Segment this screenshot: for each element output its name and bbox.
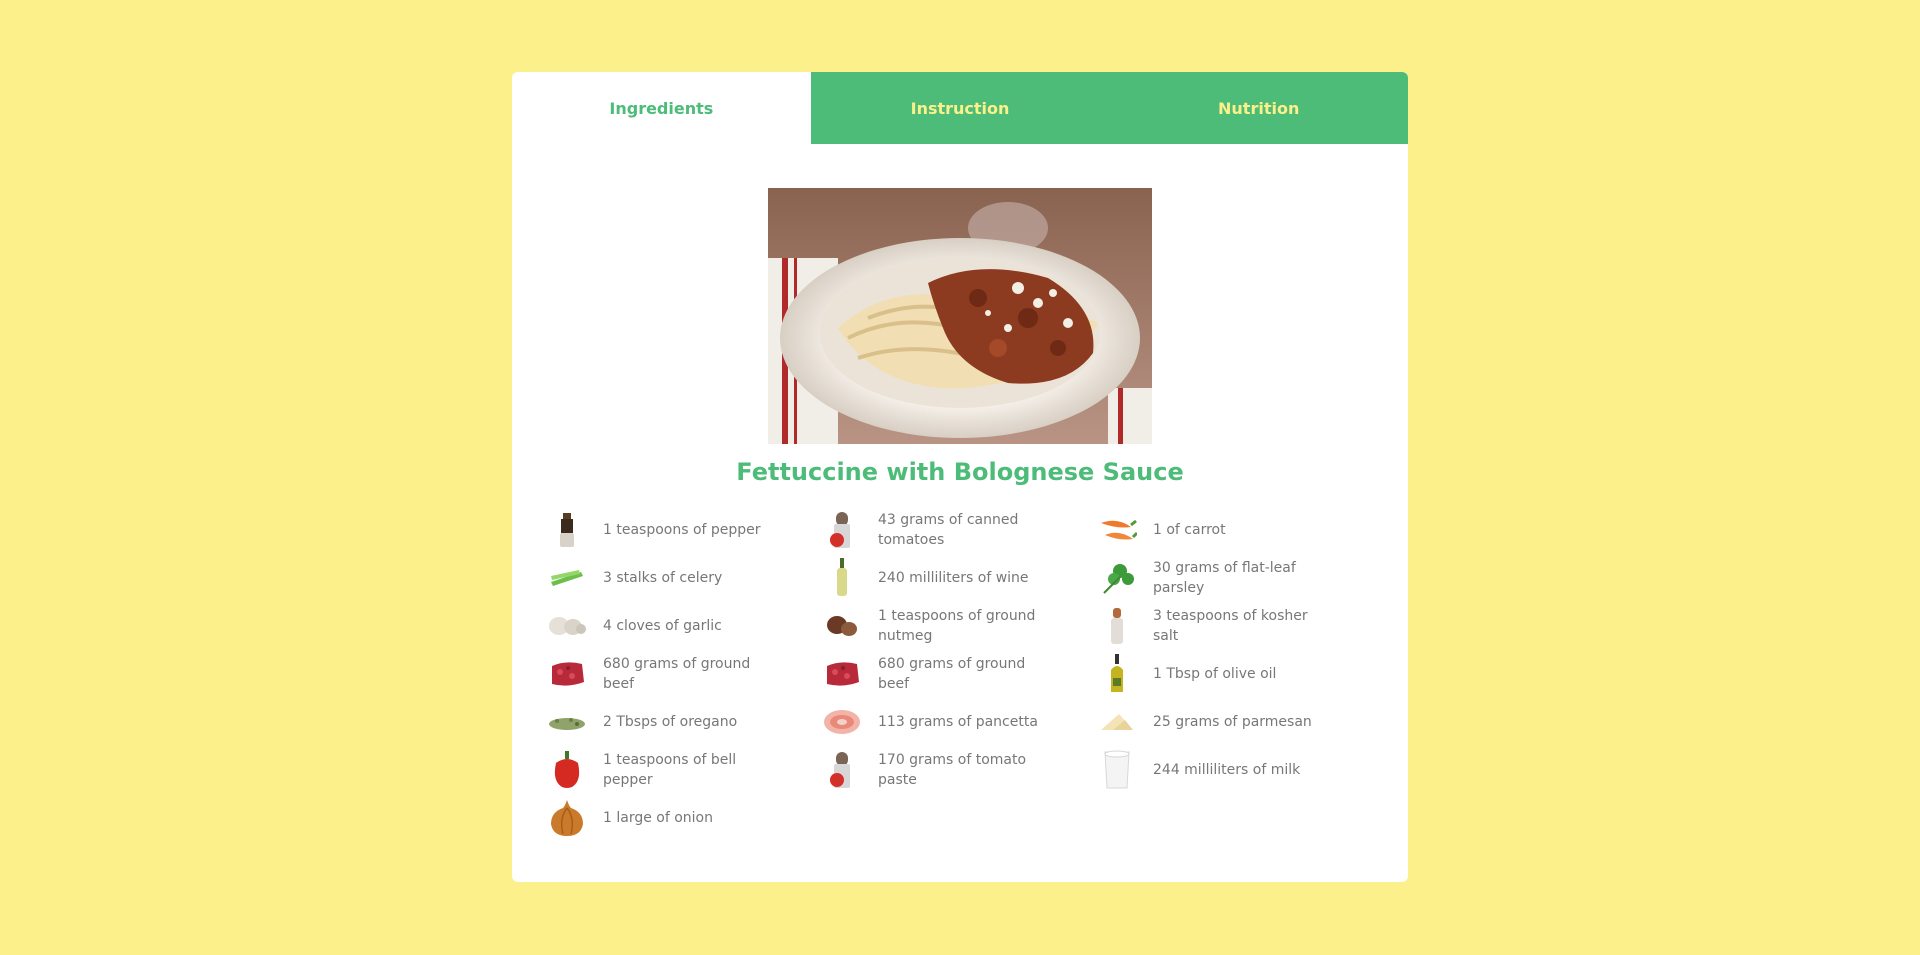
ingredient-item: 170 grams of tomato paste <box>822 746 1097 794</box>
milk-glass-icon <box>1097 750 1137 790</box>
ingredient-label: 43 grams of canned tomatoes <box>878 512 1019 548</box>
ingredient-item: 680 grams of ground beef <box>547 650 822 698</box>
ingredient-item: 1 Tbsp of olive oil <box>1097 650 1372 698</box>
ingredient-label: 2 Tbsps of oregano <box>603 714 738 730</box>
ingredient-item: 25 grams of parmesan <box>1097 698 1372 746</box>
ingredient-label: 240 milliliters of wine <box>878 570 1029 586</box>
ingredient-label: 1 of carrot <box>1153 522 1226 538</box>
ingredient-label: 3 stalks of celery <box>603 570 723 586</box>
pancetta-icon <box>822 702 862 742</box>
ingredient-label: 25 grams of parmesan <box>1153 714 1312 730</box>
carrot-icon <box>1097 510 1137 550</box>
parsley-icon <box>1097 558 1137 598</box>
ingredient-item: 3 teaspoons of kosher salt <box>1097 602 1372 650</box>
olive-oil-icon <box>1097 654 1137 694</box>
parmesan-icon <box>1097 702 1137 742</box>
ingredient-label: 680 grams of ground beef <box>878 656 1026 692</box>
ground-beef-icon <box>547 654 587 694</box>
onion-icon <box>547 798 587 838</box>
ingredient-label: 244 milliliters of milk <box>1153 762 1301 778</box>
wine-bottle-icon <box>822 558 862 598</box>
ingredient-label: 170 grams of tomato paste <box>878 752 1027 788</box>
ingredient-item: 1 of carrot <box>1097 506 1372 554</box>
ingredient-label: 1 large of onion <box>603 810 713 826</box>
ingredient-label: 30 grams of flat-leaf parsley <box>1153 560 1296 596</box>
ingredient-item: 43 grams of canned tomatoes <box>822 506 1097 554</box>
pepper-grinder-icon <box>547 510 587 550</box>
recipe-title: Fettuccine with Bolognese Sauce <box>736 458 1184 486</box>
ingredient-item: 1 teaspoons of pepper <box>547 506 822 554</box>
oregano-icon <box>547 702 587 742</box>
ingredient-item: 4 cloves of garlic <box>547 602 822 650</box>
ingredient-label: 1 teaspoons of bell pepper <box>603 752 737 788</box>
tab-instruction[interactable]: Instruction <box>810 72 1110 144</box>
nutmeg-icon <box>822 606 862 646</box>
ingredient-item: 244 milliliters of milk <box>1097 746 1372 794</box>
tab-bar: Ingredients Instruction Nutrition <box>512 72 1408 144</box>
ingredient-item: 30 grams of flat-leaf parsley <box>1097 554 1372 602</box>
recipe-photo <box>768 188 1152 444</box>
tab-nutrition[interactable]: Nutrition <box>1109 72 1408 144</box>
tab-ingredients[interactable]: Ingredients <box>512 72 811 144</box>
ingredient-label: 1 teaspoons of pepper <box>603 522 761 538</box>
ingredient-label: 4 cloves of garlic <box>603 618 722 634</box>
ingredient-item: 680 grams of ground beef <box>822 650 1097 698</box>
ingredient-label: 680 grams of ground beef <box>603 656 751 692</box>
ingredient-item: 2 Tbsps of oregano <box>547 698 822 746</box>
tomato-paste-icon <box>822 750 862 790</box>
ingredient-item: 3 stalks of celery <box>547 554 822 602</box>
celery-icon <box>547 558 587 598</box>
ingredient-label: 1 Tbsp of olive oil <box>1153 666 1277 682</box>
ingredient-label: 113 grams of pancetta <box>878 714 1038 730</box>
recipe-card: Ingredients Instruction Nutrition Fettuc… <box>512 72 1408 882</box>
ingredient-item: 1 large of onion <box>547 794 822 842</box>
ingredient-list: 1 teaspoons of pepper 43 grams of canned … <box>547 506 1377 842</box>
ingredient-item: 113 grams of pancetta <box>822 698 1097 746</box>
bell-pepper-icon <box>547 750 587 790</box>
ingredient-item: 240 milliliters of wine <box>822 554 1097 602</box>
ingredient-item: 1 teaspoons of ground nutmeg <box>822 602 1097 650</box>
ingredient-label: 1 teaspoons of ground nutmeg <box>878 608 1036 644</box>
salt-shaker-icon <box>1097 606 1137 646</box>
ingredient-item: 1 teaspoons of bell pepper <box>547 746 822 794</box>
garlic-icon <box>547 606 587 646</box>
ingredient-label: 3 teaspoons of kosher salt <box>1153 608 1308 644</box>
ground-beef-icon <box>822 654 862 694</box>
canned-tomato-icon <box>822 510 862 550</box>
